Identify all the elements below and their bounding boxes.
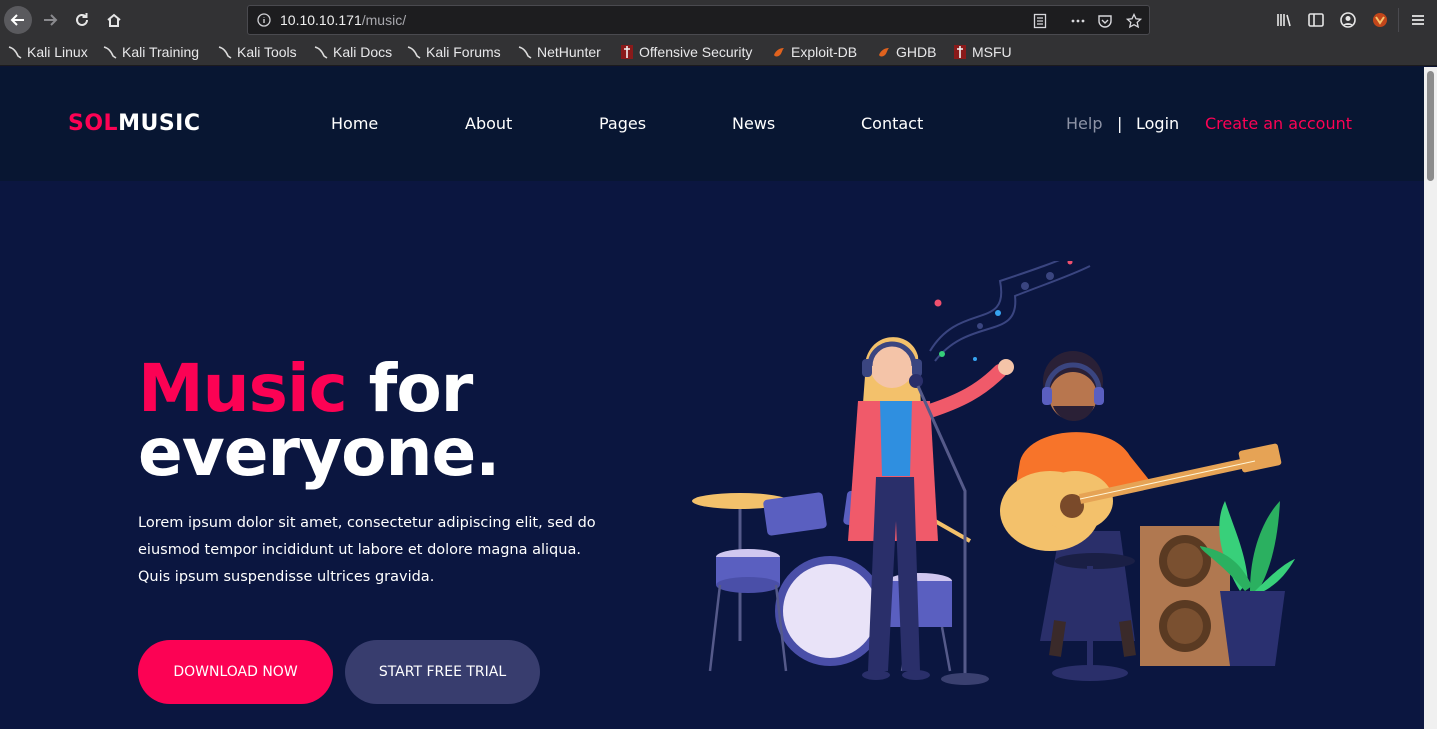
page-scrollbar[interactable]: [1424, 67, 1437, 729]
bookmark-nethunter[interactable]: NetHunter: [518, 44, 601, 60]
hamburger-menu-icon: [1412, 15, 1424, 25]
nav-contact[interactable]: Contact: [861, 114, 923, 133]
site-header: SOLMUSIC Home About Pages News Contact H…: [0, 67, 1424, 181]
sidebar-button[interactable]: [1302, 6, 1330, 34]
bookmark-kali-linux[interactable]: Kali Linux: [8, 44, 88, 60]
login-link[interactable]: Login: [1136, 114, 1179, 133]
bookmark-msfu[interactable]: MSFU: [953, 44, 1012, 60]
account-button[interactable]: [1334, 6, 1362, 34]
nav-separator: |: [1117, 114, 1123, 133]
hero-section: Music for everyone. Lorem ipsum dolor si…: [0, 181, 1424, 729]
start-free-trial-button[interactable]: START FREE TRIAL: [345, 640, 540, 704]
bookmark-exploit-db[interactable]: Exploit-DB: [772, 44, 857, 60]
kali-dragon-icon: [8, 46, 22, 59]
forward-button[interactable]: [36, 6, 64, 34]
reader-view-icon: [1033, 13, 1047, 29]
bookmark-label: Kali Training: [122, 44, 200, 60]
bookmark-kali-forums[interactable]: Kali Forums: [407, 44, 501, 60]
bookmark-label: Kali Linux: [27, 44, 88, 60]
pocket-icon: [1098, 15, 1112, 28]
pocket-button[interactable]: [1095, 11, 1115, 31]
bookmark-label: MSFU: [972, 44, 1012, 60]
bookmark-label: Offensive Security: [639, 44, 753, 60]
url-text[interactable]: 10.10.10.171/music/: [280, 12, 406, 28]
account-icon: [1340, 12, 1356, 28]
nav-pages[interactable]: Pages: [599, 114, 646, 133]
more-dots-icon: [1071, 19, 1085, 23]
reload-icon: [76, 13, 88, 26]
scrollbar-thumb[interactable]: [1427, 71, 1434, 181]
speaker-figure: [1140, 526, 1230, 666]
nav-home[interactable]: Home: [331, 114, 378, 133]
library-button[interactable]: [1270, 6, 1298, 34]
url-path: /music/: [361, 12, 407, 28]
bookmark-label: Kali Docs: [333, 44, 393, 60]
nav-news[interactable]: News: [732, 114, 775, 133]
back-button[interactable]: [4, 6, 32, 34]
sidebar-icon: [1308, 13, 1324, 27]
bookmarks-toolbar: Kali Linux Kali Training Kali Tools Kali…: [0, 40, 1437, 66]
kali-dragon-icon: [314, 46, 328, 59]
music-notes-swirl: [929, 261, 1091, 362]
info-icon[interactable]: [257, 13, 271, 27]
kali-dragon-icon: [407, 46, 421, 59]
exploitdb-icon: [774, 48, 784, 57]
arrow-left-icon: [10, 14, 24, 26]
help-link[interactable]: Help: [1066, 114, 1102, 133]
star-icon: [1126, 13, 1142, 29]
hero-description: Lorem ipsum dolor sit amet, consectetur …: [138, 515, 596, 585]
bookmark-kali-docs[interactable]: Kali Docs: [314, 44, 392, 60]
menu-button[interactable]: [1404, 6, 1432, 34]
bookmark-kali-tools[interactable]: Kali Tools: [218, 44, 297, 60]
extension-fox-icon: [1373, 13, 1387, 27]
home-icon: [107, 13, 121, 27]
kali-dragon-icon: [518, 46, 532, 59]
kali-dragon-icon: [103, 46, 117, 59]
offsec-icon: [954, 45, 966, 59]
bookmark-label: Kali Forums: [426, 44, 501, 60]
kali-dragon-icon: [218, 46, 232, 59]
bookmark-kali-training[interactable]: Kali Training: [103, 44, 199, 60]
bookmark-label: Exploit-DB: [791, 44, 858, 60]
site-logo[interactable]: SOLMUSIC: [68, 111, 201, 136]
url-host: 10.10.10.171: [280, 12, 362, 28]
bookmark-star-button[interactable]: [1124, 11, 1144, 31]
offsec-icon: [621, 45, 633, 59]
reader-view-button[interactable]: [1030, 11, 1050, 31]
bookmark-ghdb[interactable]: GHDB: [877, 44, 936, 60]
hero-title: Music for everyone.: [138, 356, 500, 486]
nav-about[interactable]: About: [465, 114, 512, 133]
logo-main: MUSIC: [118, 111, 201, 136]
create-account-link[interactable]: Create an account: [1205, 114, 1352, 133]
url-bar[interactable]: 10.10.10.171/music/: [247, 5, 1150, 35]
page-actions-button[interactable]: [1068, 11, 1088, 31]
download-now-button[interactable]: DOWNLOAD NOW: [138, 640, 333, 704]
exploitdb-icon: [879, 48, 889, 57]
singer-figure: [848, 337, 1014, 685]
library-icon: [1277, 14, 1291, 27]
hero-title-part-2: everyone.: [138, 414, 500, 491]
logo-accent: SOL: [68, 111, 119, 136]
arrow-right-icon: [44, 14, 58, 26]
bookmark-label: GHDB: [896, 44, 937, 60]
extension-button[interactable]: [1366, 6, 1394, 34]
bookmark-offensive-security[interactable]: Offensive Security: [620, 44, 752, 60]
bookmark-label: Kali Tools: [237, 44, 297, 60]
browser-toolbar: 10.10.10.171/music/: [0, 0, 1437, 40]
toolbar-divider: [1398, 8, 1399, 32]
reload-button[interactable]: [68, 6, 96, 34]
home-button[interactable]: [100, 6, 128, 34]
bookmark-label: NetHunter: [537, 44, 601, 60]
musicians-illustration: [692, 261, 1295, 685]
web-page: SOLMUSIC Home About Pages News Contact H…: [0, 67, 1424, 729]
